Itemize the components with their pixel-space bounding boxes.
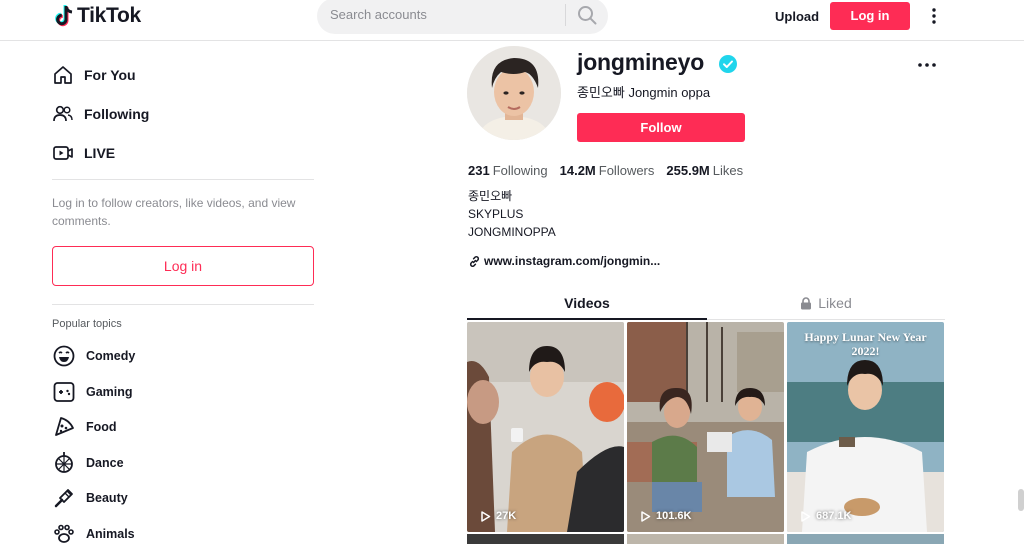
stat-number: 255.9M bbox=[666, 163, 710, 178]
sidebar-login-button[interactable]: Log in bbox=[52, 246, 314, 286]
users-icon bbox=[53, 105, 73, 122]
tab-active-underline bbox=[467, 318, 707, 320]
stat-following[interactable]: 231 Following bbox=[468, 163, 548, 178]
stat-label: Following bbox=[492, 163, 548, 178]
topic-beauty[interactable]: Beauty bbox=[52, 486, 128, 510]
topic-label: Animals bbox=[86, 527, 135, 541]
profile-link[interactable]: www.instagram.com/jongmin... bbox=[468, 254, 660, 268]
video-views: 27K bbox=[480, 510, 516, 522]
video-view-count: 101.6K bbox=[656, 510, 692, 522]
sidebar-item-label: LIVE bbox=[84, 145, 116, 161]
stat-number: 231 bbox=[468, 163, 490, 178]
sidebar-divider bbox=[52, 304, 314, 305]
avatar bbox=[467, 46, 561, 140]
login-button[interactable]: Log in bbox=[830, 2, 910, 30]
bio-line: SKYPLUS bbox=[468, 207, 524, 221]
comedy-icon bbox=[53, 345, 75, 367]
profile-link-text: www.instagram.com/jongmin... bbox=[484, 254, 661, 268]
search-icon[interactable] bbox=[576, 4, 598, 26]
play-icon bbox=[641, 510, 651, 522]
topic-label: Comedy bbox=[86, 349, 136, 363]
popular-topics-title: Popular topics bbox=[52, 318, 122, 330]
follow-button[interactable]: Follow bbox=[577, 113, 745, 142]
stat-followers[interactable]: 14.2M Followers bbox=[560, 163, 655, 178]
profile-nickname: 종민오빠 Jongmin oppa bbox=[577, 85, 711, 100]
profile-stats: 231 Following 14.2M Followers 255.9M Likes bbox=[468, 163, 743, 178]
beauty-icon bbox=[54, 489, 73, 508]
sidebar-divider bbox=[52, 179, 314, 180]
video-caption: Happy Lunar New Year 2022! bbox=[804, 330, 927, 358]
video-view-count: 27K bbox=[496, 510, 517, 522]
topic-label: Dance bbox=[86, 456, 124, 470]
video-card-partial[interactable] bbox=[627, 534, 784, 544]
stat-number: 14.2M bbox=[559, 163, 596, 178]
more-menu-icon[interactable] bbox=[926, 6, 942, 26]
food-icon bbox=[55, 417, 74, 436]
link-icon bbox=[469, 255, 480, 267]
logo-text: TikTok bbox=[77, 4, 141, 27]
sidebar-item-live[interactable]: LIVE bbox=[52, 141, 115, 165]
verified-badge-icon bbox=[719, 55, 737, 73]
stat-label: Followers bbox=[598, 163, 655, 178]
avatar-image bbox=[467, 46, 561, 140]
sidebar-item-label: For You bbox=[84, 67, 136, 83]
bio-line: 종민오빠 bbox=[468, 189, 513, 203]
topic-label: Food bbox=[86, 420, 117, 434]
topic-food[interactable]: Food bbox=[52, 415, 117, 439]
topic-label: Beauty bbox=[86, 491, 128, 505]
tab-liked[interactable]: Liked bbox=[707, 295, 945, 311]
tiktok-note-icon bbox=[55, 5, 73, 27]
profile-more-icon[interactable] bbox=[917, 60, 937, 70]
login-hint-text: Log in to follow creators, like videos, … bbox=[52, 196, 296, 228]
live-icon bbox=[53, 146, 73, 160]
video-card[interactable]: 101.6K bbox=[627, 322, 784, 532]
video-views: 687.1K bbox=[800, 510, 851, 522]
play-icon bbox=[481, 510, 491, 522]
topic-comedy[interactable]: Comedy bbox=[52, 344, 135, 368]
tab-videos[interactable]: Videos bbox=[467, 295, 707, 311]
play-icon bbox=[801, 510, 811, 522]
bio-line: JONGMINOPPA bbox=[468, 225, 556, 239]
topic-dance[interactable]: Dance bbox=[52, 451, 124, 475]
home-icon bbox=[54, 66, 72, 84]
video-card-partial[interactable] bbox=[787, 534, 944, 544]
video-view-count: 687.1K bbox=[816, 510, 852, 522]
video-thumbnail bbox=[627, 322, 784, 532]
topic-animals[interactable]: Animals bbox=[52, 522, 135, 546]
sidebar-item-following[interactable]: Following bbox=[52, 102, 149, 126]
video-card[interactable]: Happy Lunar New Year 2022! 687.1K bbox=[787, 322, 944, 532]
video-views: 101.6K bbox=[640, 510, 691, 522]
sidebar-item-label: Following bbox=[84, 106, 150, 122]
dance-icon bbox=[55, 452, 73, 473]
video-card-partial[interactable] bbox=[467, 534, 624, 544]
tiktok-logo[interactable]: TikTok bbox=[54, 4, 141, 28]
topic-gaming[interactable]: Gaming bbox=[52, 380, 133, 404]
profile-bio: 종민오빠 SKYPLUS JONGMINOPPA bbox=[468, 187, 556, 241]
search-input[interactable] bbox=[330, 7, 560, 22]
sidebar-item-for-you[interactable]: For You bbox=[52, 63, 136, 87]
search-bar bbox=[317, 0, 608, 34]
stat-likes: 255.9M Likes bbox=[666, 163, 743, 178]
animals-icon bbox=[54, 524, 74, 543]
video-card[interactable]: 27K bbox=[467, 322, 624, 532]
gaming-icon bbox=[53, 382, 75, 402]
upload-link[interactable]: Upload bbox=[775, 9, 819, 24]
tab-liked-label: Liked bbox=[818, 295, 852, 311]
video-thumbnail bbox=[467, 322, 624, 532]
topic-label: Gaming bbox=[86, 385, 133, 399]
lock-icon bbox=[801, 296, 812, 309]
search-divider bbox=[565, 4, 566, 26]
scrollbar-thumb[interactable] bbox=[1018, 489, 1024, 511]
profile-username: jongmineyo bbox=[577, 49, 705, 75]
stat-label: Likes bbox=[712, 163, 744, 178]
top-bar: TikTok Upload Log in bbox=[0, 0, 1024, 41]
